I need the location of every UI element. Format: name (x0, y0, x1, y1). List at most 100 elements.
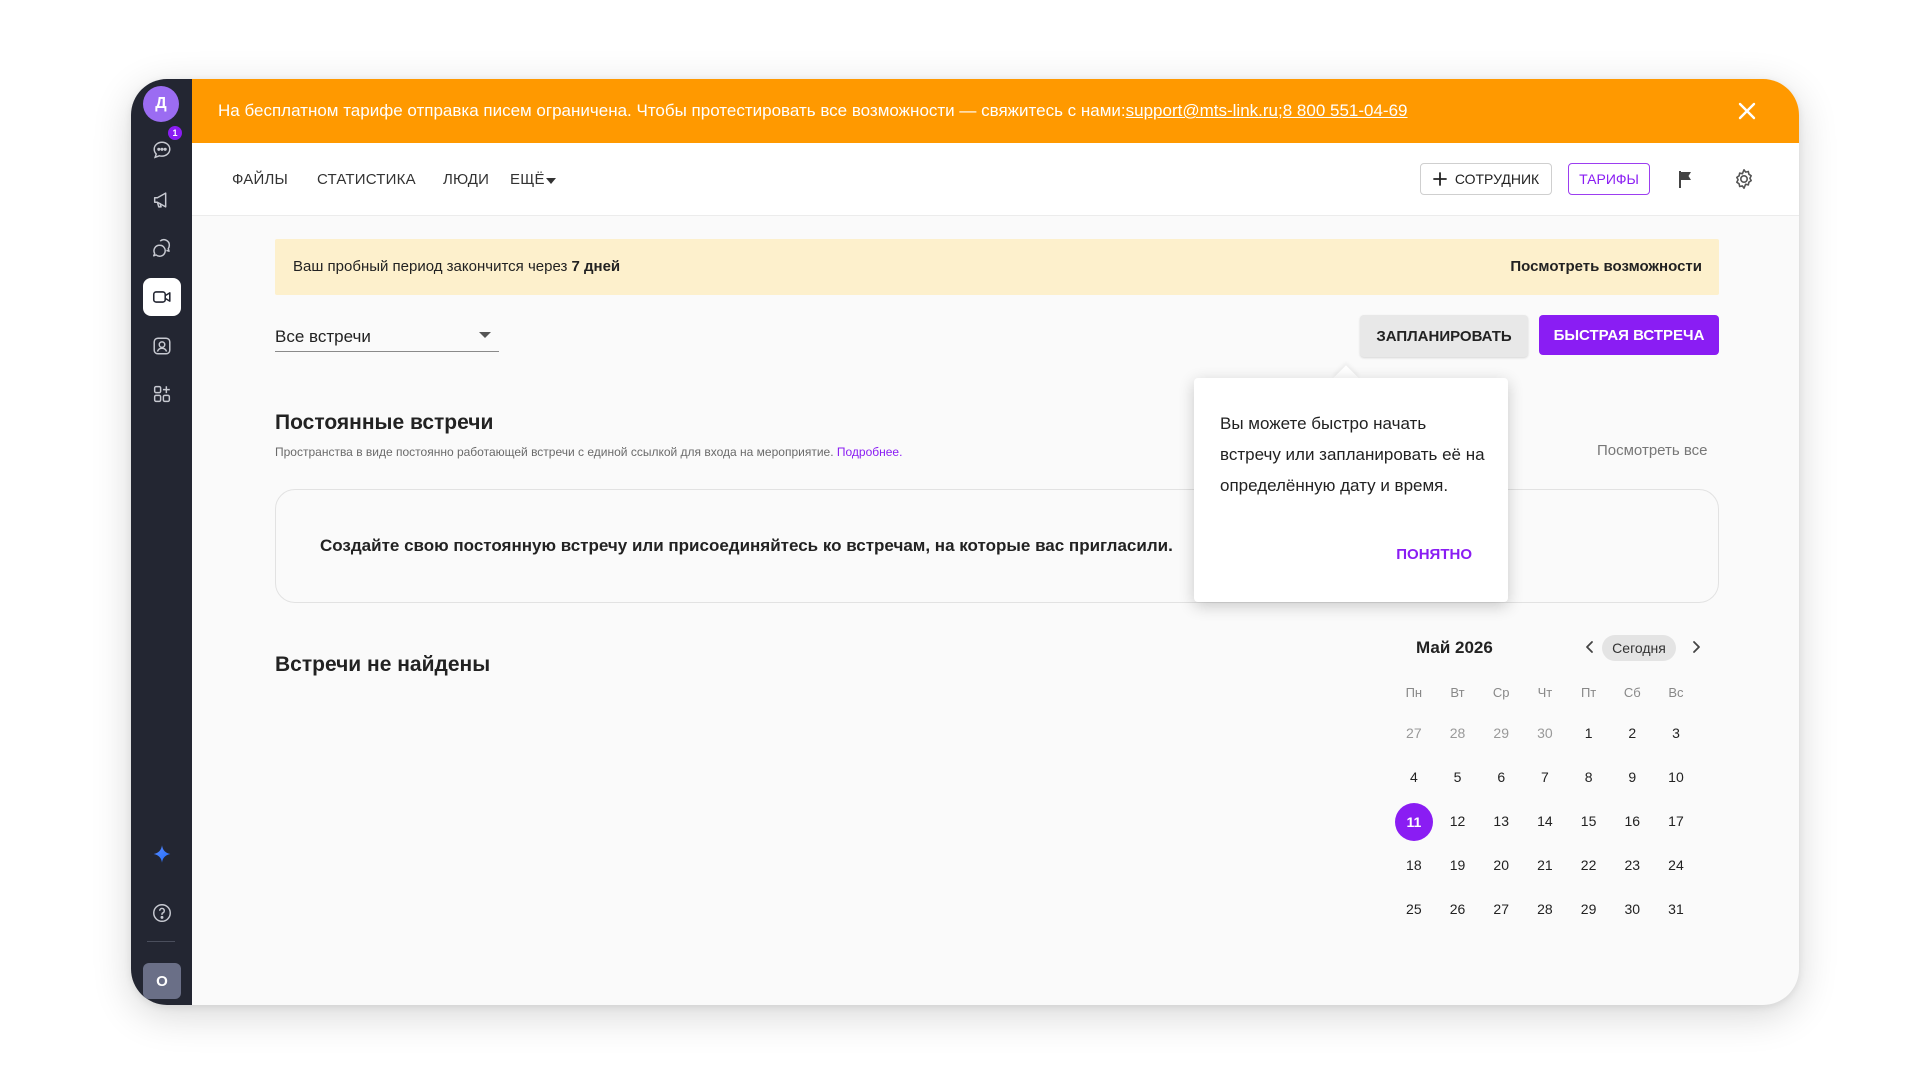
tooltip-ok-button[interactable]: ПОНЯТНО (1396, 546, 1472, 563)
permanent-meetings-description: Пространства в виде постоянно работающей… (275, 445, 902, 459)
support-phone-link[interactable]: 8 800 551-04-69 (1283, 101, 1408, 121)
calendar-day[interactable]: 19 (1436, 847, 1480, 883)
chevron-down-icon[interactable] (546, 178, 556, 184)
calendar-day[interactable]: 7 (1523, 759, 1567, 795)
calendar-day[interactable]: 9 (1610, 759, 1654, 795)
sidebar-divider (147, 941, 175, 942)
help-button[interactable] (143, 894, 181, 932)
nav-files[interactable]: ФАЙЛЫ (232, 171, 288, 188)
broadcast-button[interactable] (143, 181, 181, 219)
organization-avatar[interactable]: О (143, 963, 181, 999)
apps-button[interactable] (143, 375, 181, 413)
calendar-day[interactable]: 5 (1436, 759, 1480, 795)
tooltip-text: Вы можете быстро начать встречу или запл… (1220, 414, 1485, 495)
support-email-link[interactable]: support@mts-link.ru (1126, 101, 1278, 121)
flag-icon[interactable] (1676, 169, 1696, 189)
meetings-button[interactable] (143, 278, 181, 316)
calendar-day[interactable]: 4 (1392, 759, 1436, 795)
chevron-left-icon[interactable] (1582, 639, 1598, 655)
weekday-label: Сб (1623, 685, 1641, 700)
calendar-day[interactable]: 15 (1567, 803, 1611, 839)
weekday-label: Пн (1405, 685, 1423, 700)
add-employee-button[interactable]: СОТРУДНИК (1420, 163, 1552, 195)
nav-statistics[interactable]: СТАТИСТИКА (317, 171, 416, 188)
calendar-day[interactable]: 13 (1479, 803, 1523, 839)
trial-days: 7 дней (571, 258, 621, 275)
calendar-month: Май 2026 (1416, 638, 1493, 657)
calendar-day[interactable]: 29 (1479, 715, 1523, 751)
discussions-button[interactable] (143, 229, 181, 267)
learn-more-link[interactable]: Подробнее. (837, 445, 903, 459)
gear-icon[interactable] (1732, 167, 1756, 191)
calendar-day[interactable]: 27 (1392, 715, 1436, 751)
calendar-day[interactable]: 28 (1436, 715, 1480, 751)
calendar-day[interactable]: 21 (1523, 847, 1567, 883)
weekday-row: Пн Вт Ср Чт Пт Сб Вс (1392, 675, 1698, 711)
calendar-day[interactable]: 10 (1654, 759, 1698, 795)
weekday-label: Вт (1450, 685, 1465, 700)
banner-text: На бесплатном тарифе отправка писем огра… (218, 101, 1126, 120)
sidebar: Д 1 О (131, 79, 192, 1005)
close-icon[interactable] (1737, 101, 1757, 121)
nav-people[interactable]: ЛЮДИ (443, 171, 489, 188)
sparkle-icon (153, 845, 171, 863)
calendar-day[interactable]: 31 (1654, 891, 1698, 927)
calendar-day[interactable]: 17 (1654, 803, 1698, 839)
calendar-week: 27 28 29 30 1 2 3 (1392, 711, 1698, 755)
calendar-week: 4 5 6 7 8 9 10 (1392, 755, 1698, 799)
view-features-link[interactable]: Посмотреть возможности (1510, 258, 1702, 275)
calendar-day[interactable]: 1 (1567, 715, 1611, 751)
calendar-week: 11 12 13 14 15 16 17 (1392, 799, 1698, 843)
tariffs-button[interactable]: ТАРИФЫ (1568, 163, 1650, 195)
calendar-day[interactable]: 8 (1567, 759, 1611, 795)
chat-icon (153, 141, 171, 159)
calendar-day[interactable]: 23 (1610, 847, 1654, 883)
calendar-week: 25 26 27 28 29 30 31 (1392, 887, 1698, 931)
top-navigation: ФАЙЛЫ СТАТИСТИКА ЛЮДИ ЕЩЁ СОТРУДНИК ТАРИ… (192, 143, 1799, 216)
permanent-meetings-title: Постоянные встречи (275, 411, 494, 434)
user-avatar[interactable]: Д (143, 86, 179, 122)
add-employee-label: СОТРУДНИК (1454, 171, 1540, 187)
discussion-icon (153, 239, 171, 257)
calendar-week: 18 19 20 21 22 23 24 (1392, 843, 1698, 887)
schedule-button[interactable]: ЗАПЛАНИРОВАТЬ (1360, 315, 1528, 357)
calendar-day[interactable]: 11 (1392, 803, 1436, 841)
nav-more[interactable]: ЕЩЁ (510, 171, 545, 188)
free-plan-banner: На бесплатном тарифе отправка писем огра… (192, 79, 1799, 143)
calendar-day[interactable]: 14 (1523, 803, 1567, 839)
weekday-label: Чт (1537, 685, 1553, 700)
chevron-right-icon[interactable] (1688, 639, 1704, 655)
calendar-day[interactable]: 30 (1523, 715, 1567, 751)
quick-meeting-button[interactable]: БЫСТРАЯ ВСТРЕЧА (1539, 315, 1719, 355)
calendar-day[interactable]: 6 (1479, 759, 1523, 795)
view-all-link[interactable]: Посмотреть все (1597, 442, 1708, 459)
trial-text: Ваш пробный период закончится через (293, 258, 572, 275)
calendar-day[interactable]: 12 (1436, 803, 1480, 839)
filter-value: Все встречи (275, 327, 371, 346)
calendar-day[interactable]: 3 (1654, 715, 1698, 751)
calendar-day[interactable]: 30 (1610, 891, 1654, 927)
chat-badge: 1 (168, 126, 182, 140)
weekday-label: Вс (1668, 685, 1684, 700)
calendar-day[interactable]: 16 (1610, 803, 1654, 839)
no-meetings-title: Встречи не найдены (275, 653, 491, 676)
calendar-day[interactable]: 22 (1567, 847, 1611, 883)
calendar-day[interactable]: 24 (1654, 847, 1698, 883)
empty-card-text: Создайте свою постоянную встречу или при… (320, 536, 1173, 555)
meetings-filter-select[interactable]: Все встречи (275, 317, 499, 352)
plus-icon (1432, 172, 1447, 186)
calendar-day[interactable]: 18 (1392, 847, 1436, 883)
ai-assistant-button[interactable] (143, 835, 181, 873)
calendar-day[interactable]: 26 (1436, 891, 1480, 927)
today-button[interactable]: Сегодня (1602, 635, 1676, 661)
calendar-day[interactable]: 2 (1610, 715, 1654, 751)
chat-button[interactable]: 1 (143, 126, 182, 169)
description-text: Пространства в виде постоянно работающей… (275, 445, 837, 459)
calendar-day[interactable]: 20 (1479, 847, 1523, 883)
calendar-day[interactable]: 28 (1523, 891, 1567, 927)
mini-calendar: Май 2026 Сегодня Пн Вт Ср Чт Пт Сб Вс 27 28 29 30 1… (1344, 635, 1719, 955)
contacts-button[interactable] (143, 327, 181, 365)
calendar-day[interactable]: 27 (1479, 891, 1523, 927)
calendar-day[interactable]: 29 (1567, 891, 1611, 927)
calendar-day[interactable]: 25 (1392, 891, 1436, 927)
